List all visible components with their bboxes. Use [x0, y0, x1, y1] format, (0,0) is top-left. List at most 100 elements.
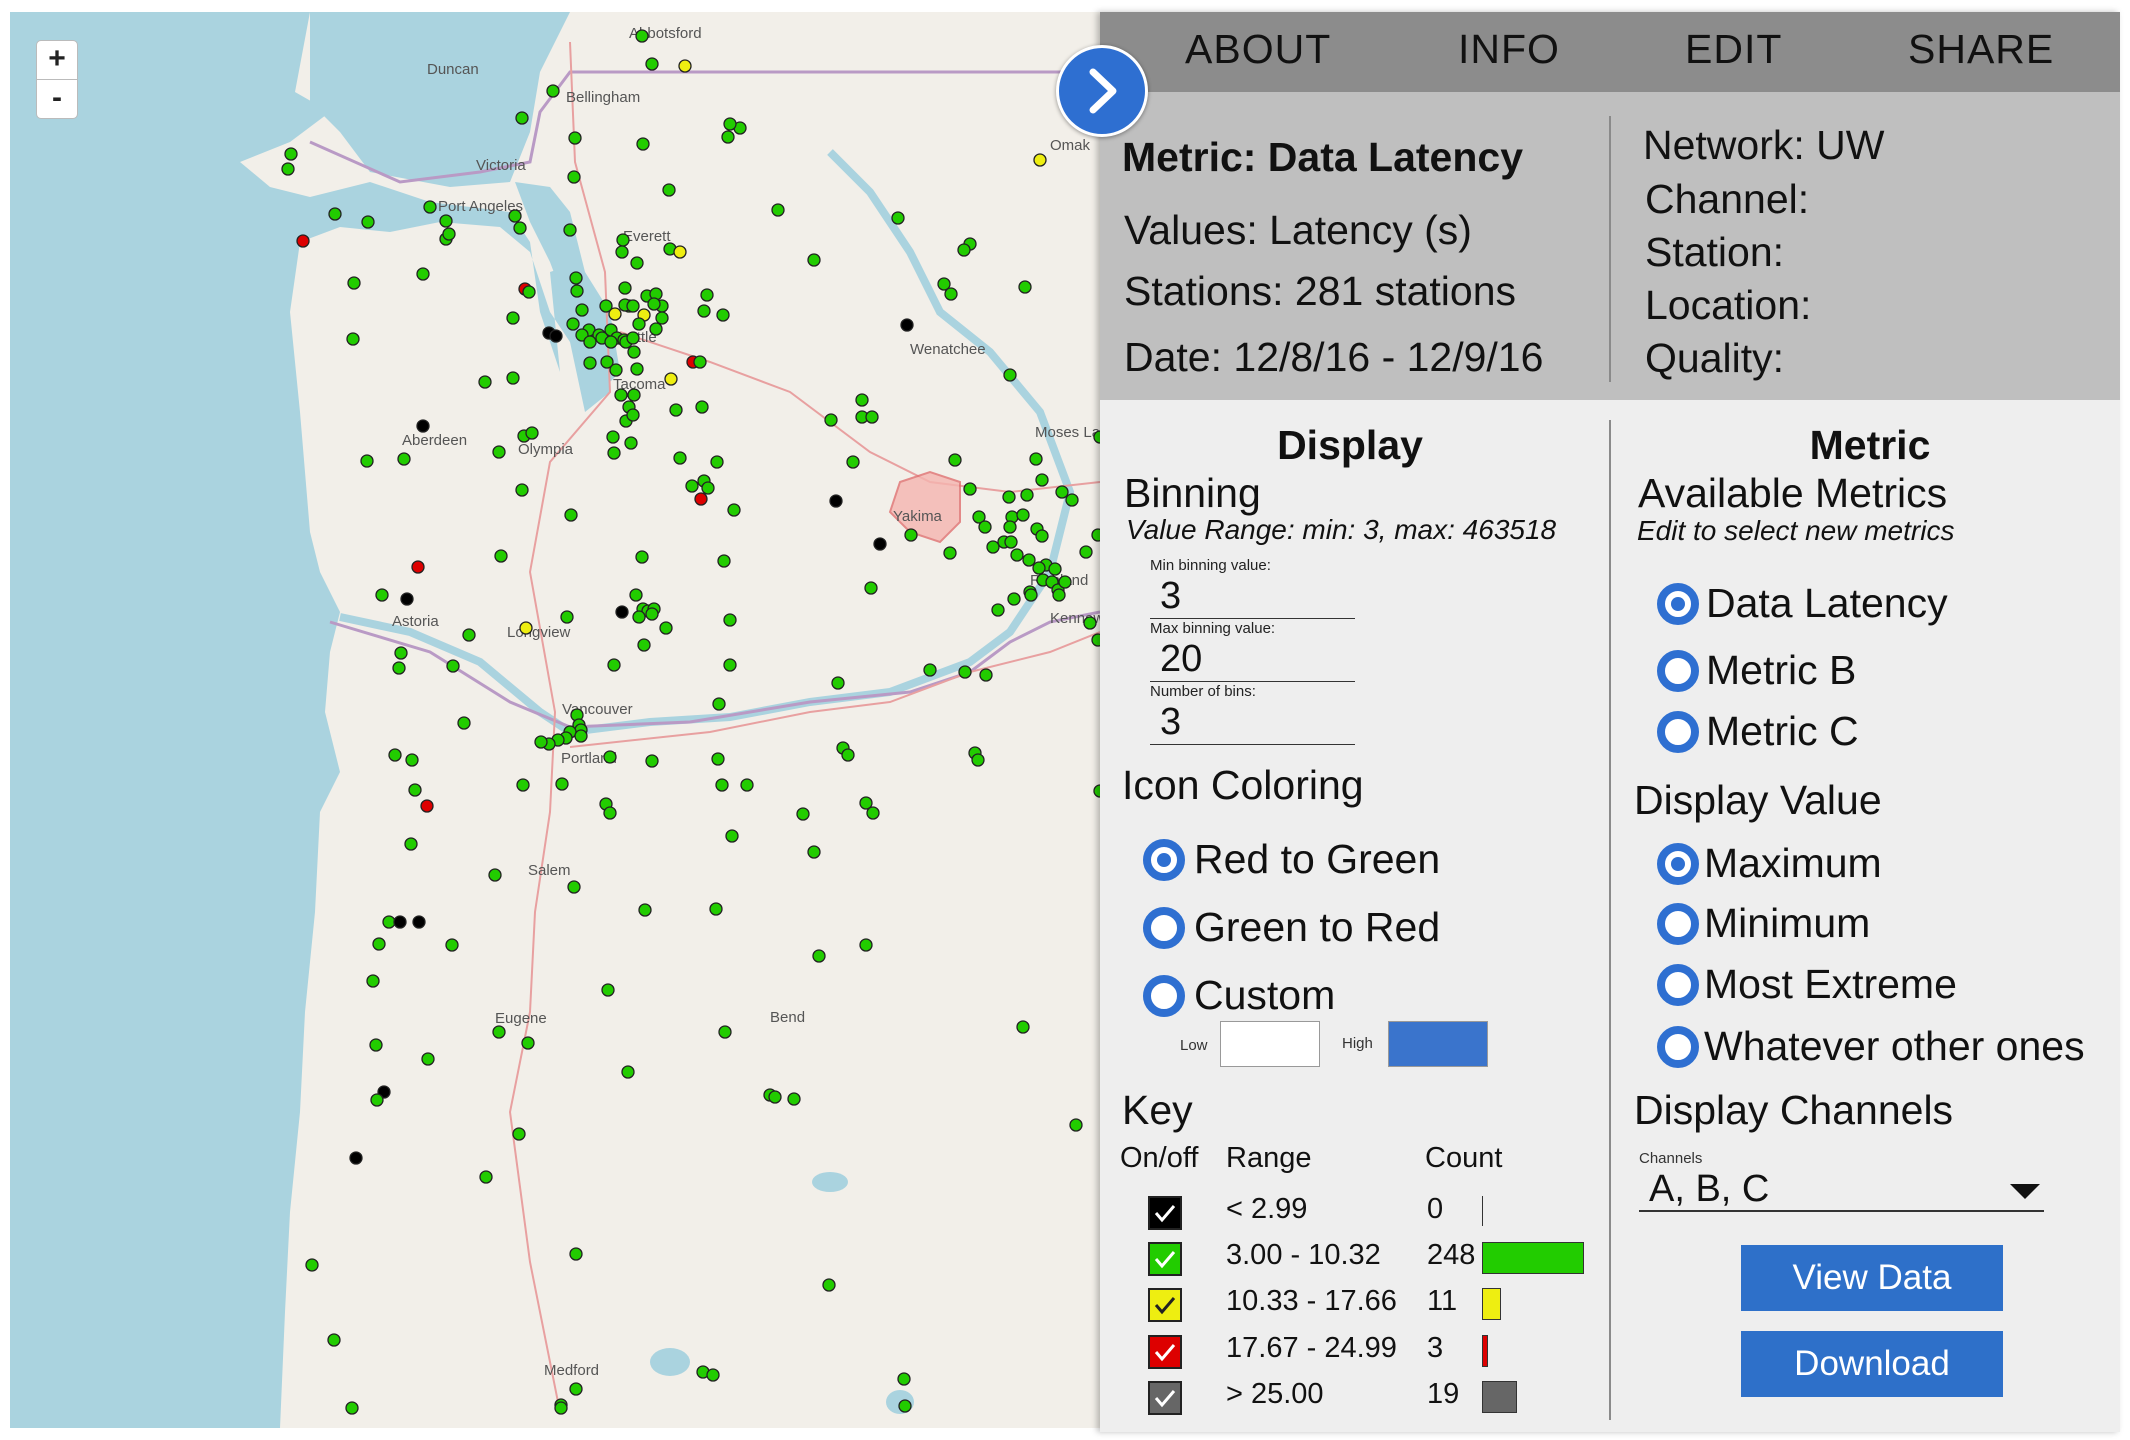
station-marker[interactable] [601, 983, 615, 997]
station-marker[interactable] [635, 550, 649, 564]
station-marker[interactable] [649, 322, 663, 336]
station-marker[interactable] [506, 311, 520, 325]
station-marker[interactable] [1016, 1020, 1030, 1034]
station-marker[interactable] [695, 400, 709, 414]
station-marker[interactable] [575, 303, 589, 317]
station-marker[interactable] [346, 332, 360, 346]
station-marker[interactable] [1007, 592, 1021, 606]
station-marker[interactable] [873, 537, 887, 551]
station-marker[interactable] [404, 837, 418, 851]
station-marker[interactable] [1024, 588, 1038, 602]
station-marker[interactable] [554, 1401, 568, 1415]
station-marker[interactable] [725, 829, 739, 843]
station-marker[interactable] [715, 778, 729, 792]
radio-selected-icon[interactable] [1656, 582, 1700, 626]
station-marker[interactable] [669, 403, 683, 417]
station-marker[interactable] [439, 214, 453, 228]
station-marker[interactable] [1083, 616, 1097, 630]
station-marker[interactable] [978, 520, 992, 534]
station-marker[interactable] [627, 388, 641, 402]
station-marker[interactable] [1091, 528, 1100, 542]
station-marker[interactable] [630, 256, 644, 270]
station-marker[interactable] [567, 880, 581, 894]
station-marker[interactable] [1069, 1118, 1083, 1132]
station-marker[interactable] [570, 284, 584, 298]
station-marker[interactable] [897, 1372, 911, 1386]
station-marker[interactable] [546, 84, 560, 98]
radio-icon[interactable] [1656, 902, 1700, 946]
station-marker[interactable] [1016, 508, 1030, 522]
station-marker[interactable] [659, 621, 673, 635]
station-marker[interactable] [697, 304, 711, 318]
station-marker[interactable] [462, 628, 476, 642]
station-marker[interactable] [701, 481, 715, 495]
station-marker[interactable] [957, 243, 971, 257]
station-marker[interactable] [375, 588, 389, 602]
station-marker[interactable] [693, 355, 707, 369]
station-marker[interactable] [709, 902, 723, 916]
station-marker[interactable] [1052, 588, 1066, 602]
station-marker[interactable] [645, 607, 659, 621]
tab-share[interactable]: SHARE [1908, 26, 2054, 73]
station-marker[interactable] [627, 345, 641, 359]
station-marker[interactable] [723, 658, 737, 672]
panel-toggle-button[interactable] [1056, 45, 1148, 137]
station-marker[interactable] [506, 371, 520, 385]
station-marker[interactable] [360, 454, 374, 468]
station-marker[interactable] [1004, 535, 1018, 549]
view-data-button[interactable]: View Data [1741, 1245, 2003, 1311]
station-marker[interactable] [614, 388, 628, 402]
low-color-picker[interactable] [1220, 1021, 1320, 1067]
station-marker[interactable] [560, 610, 574, 624]
station-marker[interactable] [1035, 473, 1049, 487]
station-marker[interactable] [349, 1151, 363, 1165]
station-marker[interactable] [865, 410, 879, 424]
station-marker[interactable] [525, 426, 539, 440]
station-marker[interactable] [382, 915, 396, 929]
station-marker[interactable] [478, 375, 492, 389]
station-marker[interactable] [1058, 575, 1072, 589]
zoom-in-button[interactable]: + [36, 40, 78, 80]
station-marker[interactable] [685, 479, 699, 493]
station-marker[interactable] [673, 451, 687, 465]
station-marker[interactable] [281, 162, 295, 176]
station-marker[interactable] [721, 130, 735, 144]
station-marker[interactable] [488, 868, 502, 882]
station-marker[interactable] [727, 503, 741, 517]
station-marker[interactable] [372, 937, 386, 951]
station-marker[interactable] [515, 483, 529, 497]
station-marker[interactable] [421, 1052, 435, 1066]
station-marker[interactable] [864, 581, 878, 595]
station-marker[interactable] [583, 356, 597, 370]
station-marker[interactable] [328, 207, 342, 221]
station-marker[interactable] [991, 603, 1005, 617]
station-marker[interactable] [408, 783, 422, 797]
station-marker[interactable] [394, 646, 408, 660]
station-marker[interactable] [583, 335, 597, 349]
tab-about[interactable]: ABOUT [1185, 26, 1331, 73]
station-marker[interactable] [986, 540, 1000, 554]
station-marker[interactable] [700, 288, 714, 302]
station-marker[interactable] [1091, 633, 1100, 647]
station-marker[interactable] [392, 661, 406, 675]
station-marker[interactable] [492, 445, 506, 459]
station-marker[interactable] [637, 638, 651, 652]
station-marker[interactable] [607, 446, 621, 460]
station-marker[interactable] [638, 903, 652, 917]
map-canvas[interactable]: AbbotsfordDuncanBellinghamVictoriaOmakPo… [10, 12, 1100, 1428]
station-marker[interactable] [492, 1025, 506, 1039]
station-marker[interactable] [1029, 452, 1043, 466]
station-marker[interactable] [621, 1065, 635, 1079]
map-view[interactable]: Abbotsford Duncan Bellingham Victoria Omak Po… [10, 12, 1100, 1428]
station-marker[interactable] [678, 59, 692, 73]
station-marker[interactable] [632, 317, 646, 331]
station-marker[interactable] [1022, 553, 1036, 567]
station-marker[interactable] [645, 754, 659, 768]
station-marker[interactable] [603, 750, 617, 764]
station-marker[interactable] [859, 938, 873, 952]
station-marker[interactable] [629, 588, 643, 602]
station-marker[interactable] [412, 915, 426, 929]
station-marker[interactable] [400, 592, 414, 606]
station-marker[interactable] [771, 203, 785, 217]
station-marker[interactable] [712, 697, 726, 711]
